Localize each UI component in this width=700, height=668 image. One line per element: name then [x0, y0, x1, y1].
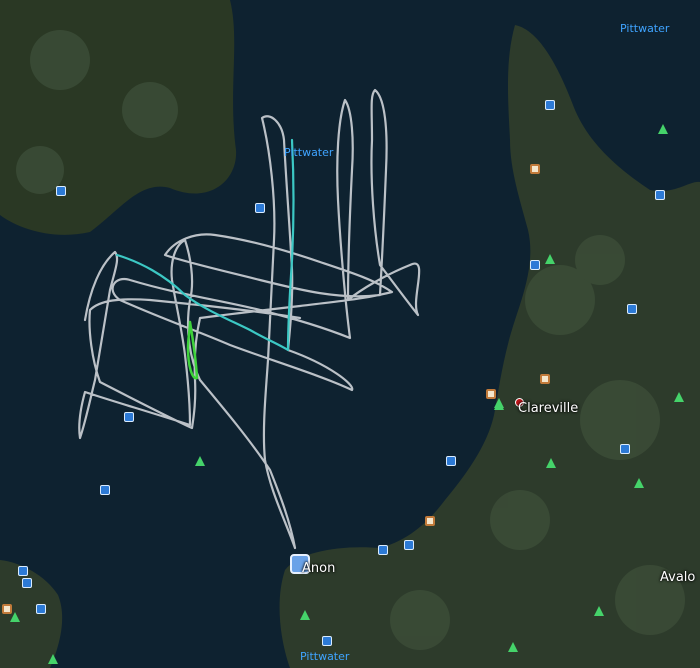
water-label-pittwater-bottom: Pittwater	[300, 650, 350, 663]
tree-icon[interactable]	[674, 392, 684, 402]
marker-icon[interactable]	[530, 260, 540, 270]
map-view[interactable]: Pittwater Pittwater Pittwater Clareville…	[0, 0, 700, 668]
water-label-pittwater-top: Pittwater	[620, 22, 670, 35]
tree-icon[interactable]	[300, 610, 310, 620]
camera-icon[interactable]	[378, 545, 388, 555]
place-label-avalon[interactable]: Avalo	[660, 570, 695, 585]
tree-icon[interactable]	[195, 456, 205, 466]
map-canvas	[0, 0, 700, 668]
marker-icon[interactable]	[425, 516, 435, 526]
tree-icon[interactable]	[48, 654, 58, 664]
tree-icon[interactable]	[494, 398, 504, 408]
bed-icon[interactable]	[655, 190, 665, 200]
tree-icon[interactable]	[634, 478, 644, 488]
tree-icon[interactable]	[594, 606, 604, 616]
tree-icon[interactable]	[658, 124, 668, 134]
marker-icon[interactable]	[540, 374, 550, 384]
place-label-anon[interactable]: Anon	[302, 561, 335, 576]
car-icon[interactable]	[627, 304, 637, 314]
tree-icon[interactable]	[508, 642, 518, 652]
tree-icon[interactable]	[545, 254, 555, 264]
camera-icon[interactable]	[322, 636, 332, 646]
marker-icon[interactable]	[404, 540, 414, 550]
camera-icon[interactable]	[18, 566, 28, 576]
car-icon[interactable]	[620, 444, 630, 454]
bed-icon[interactable]	[36, 604, 46, 614]
water-label-pittwater-center: Pittwater	[284, 146, 334, 159]
bed-icon[interactable]	[545, 100, 555, 110]
tree-icon[interactable]	[10, 612, 20, 622]
marker-icon[interactable]	[255, 203, 265, 213]
camera-icon[interactable]	[22, 578, 32, 588]
marker-icon[interactable]	[530, 164, 540, 174]
marker-icon[interactable]	[124, 412, 134, 422]
place-label-clareville[interactable]: Clareville	[518, 401, 578, 416]
marker-icon[interactable]	[100, 485, 110, 495]
camera-icon[interactable]	[56, 186, 66, 196]
marker-icon[interactable]	[446, 456, 456, 466]
tree-icon[interactable]	[546, 458, 556, 468]
